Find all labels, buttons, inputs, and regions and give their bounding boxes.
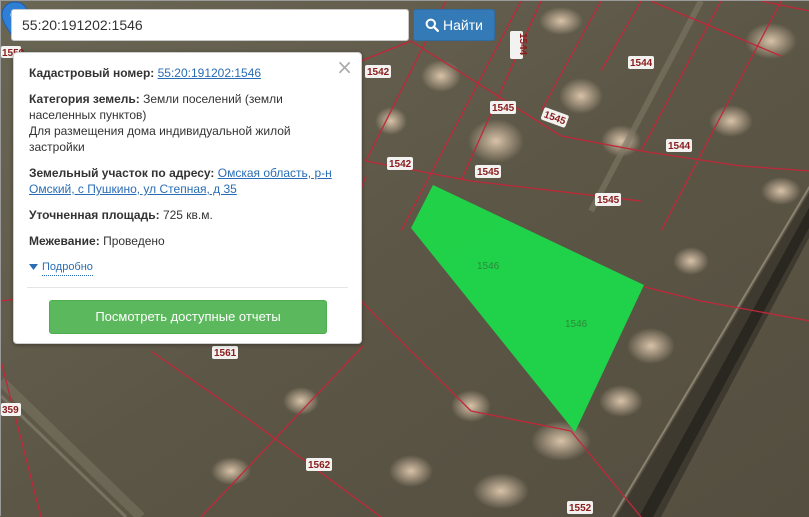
land-category-label: Категория земель: <box>29 92 140 106</box>
more-details-label: Подробно <box>42 259 93 276</box>
land-category-row: Категория земель: Земли поселений (земли… <box>29 91 346 155</box>
area-value: 725 кв.м. <box>162 208 213 222</box>
view-reports-button[interactable]: Посмотреть доступные отчеты <box>49 300 327 334</box>
search-button-label: Найти <box>443 17 483 33</box>
parcel-info-popup: × Кадастровый номер: 55:20:191202:1546 К… <box>13 52 362 344</box>
area-row: Уточненная площадь: 725 кв.м. <box>29 207 346 223</box>
parcel-label: 1544 <box>630 58 653 69</box>
parcel-label: 1552 <box>569 503 592 514</box>
search-input[interactable] <box>11 9 409 41</box>
parcel-label: 1545 <box>492 103 515 114</box>
more-details-toggle[interactable]: Подробно <box>29 259 93 276</box>
address-row: Земельный участок по адресу: Омская обла… <box>29 165 346 197</box>
parcel-label: 1561 <box>214 348 237 359</box>
parcel-label: 1544 <box>517 33 528 56</box>
cadastral-number-label: Кадастровый номер: <box>29 66 155 80</box>
search-button[interactable]: Найти <box>413 9 495 41</box>
parcel-label: 1544 <box>668 141 691 152</box>
survey-label: Межевание: <box>29 234 100 248</box>
parcel-label: 359 <box>2 405 19 416</box>
parcel-label-highlight-2: 1546 <box>565 319 588 330</box>
parcel-label: 1545 <box>597 195 620 206</box>
address-label: Земельный участок по адресу: <box>29 166 215 180</box>
survey-row: Межевание: Проведено <box>29 233 346 249</box>
parcel-label: 1542 <box>389 159 412 170</box>
area-label: Уточненная площадь: <box>29 208 160 222</box>
close-icon[interactable]: × <box>336 57 353 77</box>
caret-down-icon <box>29 264 38 270</box>
search-icon <box>425 18 440 32</box>
cadastral-number-link[interactable]: 55:20:191202:1546 <box>158 66 261 80</box>
popup-divider <box>27 287 348 288</box>
survey-value: Проведено <box>103 234 165 248</box>
parcel-label: 1562 <box>308 460 331 471</box>
land-usage-value: Для размещения дома индивидуальной жилой… <box>29 124 291 154</box>
parcel-label: 1542 <box>367 67 390 78</box>
cadastral-number-row: Кадастровый номер: 55:20:191202:1546 <box>29 65 346 81</box>
parcel-label-highlight-1: 1546 <box>477 261 500 272</box>
parcel-label: 1545 <box>477 167 500 178</box>
